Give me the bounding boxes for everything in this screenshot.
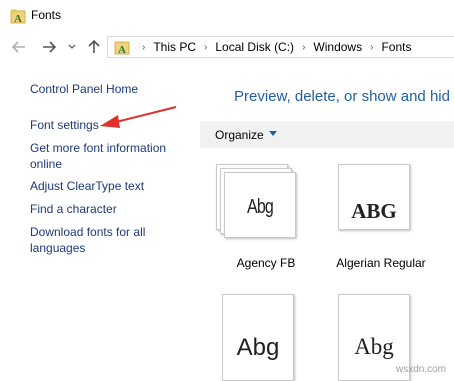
organize-dropdown-icon <box>269 131 277 136</box>
organize-button[interactable]: Organize <box>215 128 264 142</box>
recent-locations-button[interactable] <box>66 36 78 58</box>
breadcrumb-fonts[interactable]: Fonts <box>381 40 411 54</box>
address-bar[interactable]: A › This PC › Local Disk (C:) › Windows … <box>107 36 454 58</box>
svg-text:A: A <box>118 44 126 55</box>
fonts-folder-icon: A <box>10 9 26 24</box>
font-tile[interactable]: Abg <box>222 294 302 381</box>
breadcrumb-chevron-icon: › <box>370 41 374 53</box>
download-fonts-link[interactable]: Download fonts for all languages <box>30 224 170 256</box>
forward-arrow-icon <box>43 41 56 53</box>
control-panel-home-link[interactable]: Control Panel Home <box>30 81 138 97</box>
font-name-label: Agency FB <box>236 256 296 270</box>
breadcrumb-this-pc[interactable]: This PC <box>153 40 196 54</box>
adjust-cleartype-link[interactable]: Adjust ClearType text <box>30 178 144 194</box>
font-sample-text: Abg <box>354 334 394 359</box>
title-bar: A Fonts <box>0 0 454 32</box>
svg-text:A: A <box>14 13 22 24</box>
annotation-arrow <box>100 106 177 128</box>
back-arrow-icon <box>12 41 25 53</box>
breadcrumb-local-disk[interactable]: Local Disk (C:) <box>215 40 294 54</box>
forward-button[interactable] <box>40 36 58 58</box>
breadcrumb-chevron-icon: › <box>142 41 146 53</box>
window-title: Fonts <box>31 8 62 22</box>
up-arrow-icon <box>88 40 100 53</box>
font-settings-link[interactable]: Font settings <box>30 117 99 133</box>
font-tile-algerian-regular[interactable]: ABG <box>338 164 418 239</box>
font-sample-text: Abg <box>236 334 280 361</box>
breadcrumb-chevron-icon: › <box>204 41 208 53</box>
watermark: wsxdn.com <box>396 364 447 375</box>
page-heading: Preview, delete, or show and hid <box>234 88 450 105</box>
command-bar: Organize <box>200 121 454 148</box>
get-more-font-info-link[interactable]: Get more font information online <box>30 140 190 172</box>
font-name-label: Algerian Regular <box>336 256 426 270</box>
up-button[interactable] <box>86 36 102 58</box>
font-sample-text: Abg <box>246 196 274 218</box>
font-sample-text: ABG <box>351 199 397 223</box>
breadcrumb-chevron-icon: › <box>302 41 306 53</box>
main-pane: Preview, delete, or show and hid Organiz… <box>200 64 454 381</box>
navigation-bar: A › This PC › Local Disk (C:) › Windows … <box>0 32 454 64</box>
back-button[interactable] <box>10 36 28 58</box>
fonts-folder-icon: A <box>114 41 130 55</box>
font-tile[interactable]: Abg <box>338 294 418 381</box>
font-tile-agency-fb[interactable]: Abg <box>216 164 296 239</box>
find-character-link[interactable]: Find a character <box>30 201 117 217</box>
chevron-down-icon <box>68 44 76 49</box>
breadcrumb-windows[interactable]: Windows <box>313 40 362 54</box>
